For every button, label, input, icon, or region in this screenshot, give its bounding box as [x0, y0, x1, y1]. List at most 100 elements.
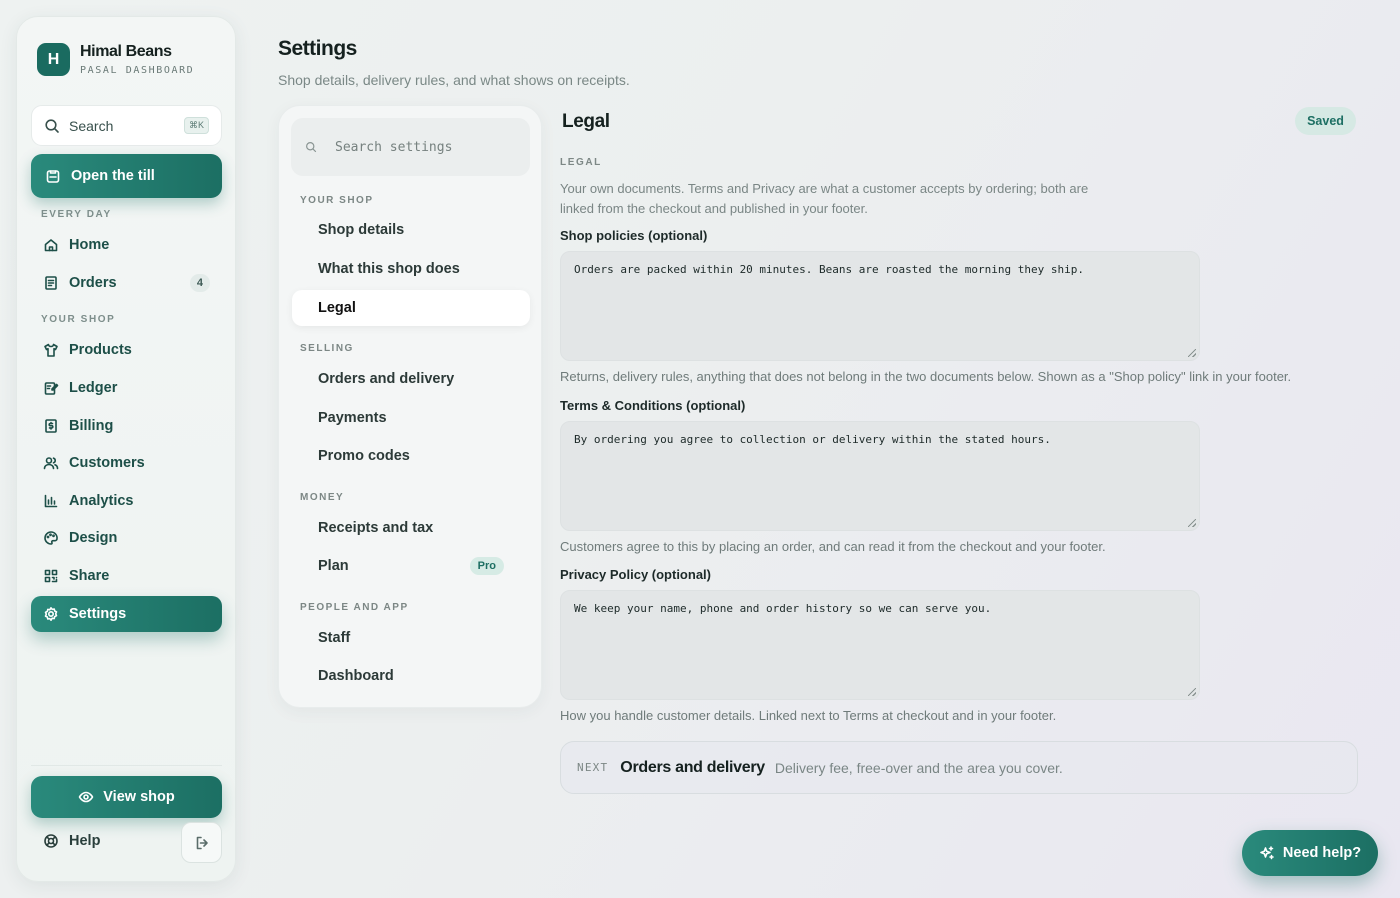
sidebar-item-analytics[interactable]: Analytics — [31, 483, 222, 519]
settings-item-label: Orders and delivery — [318, 371, 455, 387]
search-icon — [305, 141, 317, 153]
section-your-shop: YOUR SHOP — [41, 314, 116, 325]
search-icon — [44, 118, 60, 134]
settings-item-label: Plan — [318, 558, 349, 574]
settings-item-payments[interactable]: Payments — [292, 400, 530, 436]
shortcut-badge: ⌘K — [183, 117, 209, 134]
sidebar-item-products[interactable]: Products — [31, 332, 222, 368]
privacy-label: Privacy Policy (optional) — [560, 567, 711, 582]
settings-item-staff[interactable]: Staff — [292, 620, 530, 656]
palette-icon — [43, 530, 59, 546]
sidebar-item-customers[interactable]: Customers — [31, 445, 222, 481]
qr-icon — [43, 568, 59, 584]
orders-count-badge: 4 — [189, 274, 210, 292]
sidebar-item-label: Share — [69, 568, 110, 584]
sidebar-item-label: Home — [69, 237, 110, 253]
sidebar-item-orders[interactable]: Orders 4 — [31, 265, 222, 301]
settings-item-promo-codes[interactable]: Promo codes — [292, 438, 530, 474]
sidebar-item-label: Design — [69, 530, 118, 546]
sidebar-item-billing[interactable]: Billing — [31, 408, 222, 444]
terms-value: By ordering you agree to collection or d… — [574, 433, 1051, 446]
ledger-icon — [43, 380, 59, 396]
pro-badge: Pro — [469, 557, 504, 575]
settings-item-label: Promo codes — [318, 448, 410, 464]
shop-policies-textarea[interactable]: Orders are packed within 20 minutes. Bea… — [560, 251, 1200, 361]
brand[interactable]: H Himal Beans PASAL DASHBOARD — [37, 43, 194, 76]
resize-handle[interactable] — [1188, 349, 1196, 357]
settings-item-legal[interactable]: Legal — [292, 290, 530, 326]
settings-search-input[interactable]: Search settings — [291, 118, 530, 176]
privacy-textarea[interactable]: We keep your name, phone and order histo… — [560, 590, 1200, 700]
help-label: Help — [69, 833, 101, 849]
settings-nav: Search settings YOUR SHOP Shop details W… — [278, 105, 542, 708]
sidebar-item-design[interactable]: Design — [31, 520, 222, 556]
shirt-icon — [43, 342, 59, 358]
settings-section-money: MONEY — [300, 492, 345, 503]
users-icon — [43, 455, 59, 471]
sidebar-item-home[interactable]: Home — [31, 227, 222, 263]
resize-handle[interactable] — [1188, 688, 1196, 696]
sidebar-item-label: Customers — [69, 455, 145, 471]
help-link[interactable]: Help — [43, 833, 100, 849]
settings-item-receipts-and-tax[interactable]: Receipts and tax — [292, 510, 530, 546]
view-shop-button[interactable]: View shop — [31, 776, 222, 818]
sidebar-item-share[interactable]: Share — [31, 558, 222, 594]
privacy-help: How you handle customer details. Linked … — [560, 708, 1057, 723]
gear-icon — [43, 606, 59, 622]
settings-item-label: Payments — [318, 410, 387, 426]
bar-chart-icon — [43, 493, 59, 509]
need-help-button[interactable]: Need help? — [1242, 830, 1378, 876]
terms-help: Customers agree to this by placing an or… — [560, 539, 1106, 554]
shop-policies-label: Shop policies (optional) — [560, 228, 708, 243]
open-till-label: Open the till — [71, 168, 155, 184]
view-shop-label: View shop — [103, 789, 175, 805]
sidebar-item-label: Orders — [69, 275, 117, 291]
page-title: Settings — [278, 37, 357, 60]
logout-icon — [194, 835, 210, 851]
next-tag: NEXT — [577, 761, 609, 774]
settings-item-label: Shop details — [318, 222, 405, 238]
settings-item-label: Staff — [318, 630, 351, 646]
register-icon — [45, 168, 61, 184]
sidebar-divider — [31, 765, 222, 766]
sidebar-search[interactable]: Search ⌘K — [31, 105, 222, 146]
privacy-value: We keep your name, phone and order histo… — [574, 602, 992, 615]
sidebar-item-settings[interactable]: Settings — [31, 596, 222, 632]
settings-item-dashboard[interactable]: Dashboard — [292, 658, 530, 694]
open-till-button[interactable]: Open the till — [31, 154, 222, 198]
eye-icon — [78, 789, 94, 805]
settings-item-label: Legal — [318, 300, 356, 316]
receipt-icon — [43, 275, 59, 291]
brand-logo: H — [37, 43, 70, 76]
settings-item-what-this-shop-does[interactable]: What this shop does — [292, 251, 530, 287]
settings-item-label: Receipts and tax — [318, 520, 434, 536]
sidebar-item-ledger[interactable]: Ledger — [31, 370, 222, 406]
sidebar-item-label: Settings — [69, 606, 127, 622]
terms-textarea[interactable]: By ordering you agree to collection or d… — [560, 421, 1200, 531]
section-everyday: EVERY DAY — [41, 209, 112, 220]
settings-item-label: What this shop does — [318, 261, 460, 277]
settings-item-label: Dashboard — [318, 668, 394, 684]
terms-label: Terms & Conditions (optional) — [560, 398, 746, 413]
settings-item-shop-details[interactable]: Shop details — [292, 212, 530, 248]
sidebar-item-label: Ledger — [69, 380, 118, 396]
next-description: Delivery fee, free-over and the area you… — [774, 759, 1063, 776]
sidebar-item-label: Products — [69, 342, 132, 358]
shop-policies-help: Returns, delivery rules, anything that d… — [560, 369, 1292, 384]
next-section-card[interactable]: NEXT Orders and delivery Delivery fee, f… — [560, 741, 1358, 794]
legal-description: Your own documents. Terms and Privacy ar… — [560, 181, 1089, 216]
home-icon — [43, 237, 59, 253]
sidebar-item-label: Billing — [69, 418, 114, 434]
logout-button[interactable] — [181, 822, 222, 863]
dollar-doc-icon — [43, 418, 59, 434]
settings-section-your-shop: YOUR SHOP — [300, 195, 374, 206]
settings-item-plan[interactable]: Plan Pro — [292, 548, 530, 584]
shop-policies-value: Orders are packed within 20 minutes. Bea… — [574, 263, 1084, 276]
saved-status-badge: Saved — [1295, 107, 1356, 135]
resize-handle[interactable] — [1188, 519, 1196, 527]
page-subtitle: Shop details, delivery rules, and what s… — [278, 72, 630, 88]
legal-caption: LEGAL — [560, 157, 602, 168]
brand-subtitle: PASAL DASHBOARD — [80, 65, 195, 76]
settings-item-orders-and-delivery[interactable]: Orders and delivery — [292, 361, 530, 397]
settings-section-people-and-app: PEOPLE AND APP — [300, 602, 409, 613]
